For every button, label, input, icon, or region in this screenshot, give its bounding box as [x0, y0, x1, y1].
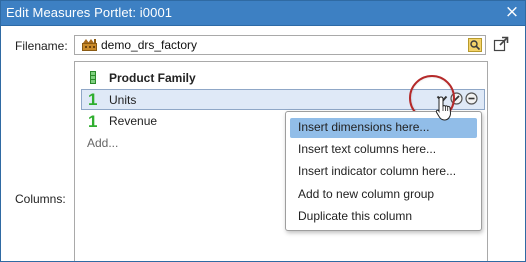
popout-icon[interactable]	[493, 36, 509, 52]
edit-measures-dialog: Edit Measures Portlet: i0001 × Filename:…	[0, 0, 526, 262]
remove-icon[interactable]	[465, 92, 478, 108]
filename-field[interactable]: demo_drs_factory	[74, 35, 486, 55]
column-label: Revenue	[109, 114, 158, 128]
filename-label: Filename:	[15, 39, 68, 53]
menu-item-duplicate-column[interactable]: Duplicate this column	[290, 207, 477, 227]
dimension-icon	[90, 71, 96, 84]
cube-icon	[82, 39, 97, 51]
dialog-titlebar[interactable]: Edit Measures Portlet: i0001 ×	[1, 1, 525, 26]
column-context-menu: Insert dimensions here... Insert text co…	[285, 111, 482, 231]
menu-item-insert-text-columns[interactable]: Insert text columns here...	[290, 140, 477, 160]
mouse-cursor-icon	[435, 96, 452, 121]
measure-icon: 1	[88, 90, 98, 109]
close-button[interactable]: ×	[504, 4, 520, 21]
column-label: Units	[109, 93, 137, 107]
filename-value: demo_drs_factory	[101, 38, 198, 52]
add-column-label: Add...	[87, 136, 119, 150]
column-label: Product Family	[109, 71, 196, 85]
columns-label: Columns:	[15, 192, 66, 206]
measure-icon: 1	[88, 112, 98, 131]
dialog-title: Edit Measures Portlet: i0001	[6, 5, 173, 20]
menu-item-insert-indicator-column[interactable]: Insert indicator column here...	[290, 162, 477, 182]
menu-item-add-to-column-group[interactable]: Add to new column group	[290, 185, 477, 205]
browse-icon[interactable]	[468, 38, 482, 52]
